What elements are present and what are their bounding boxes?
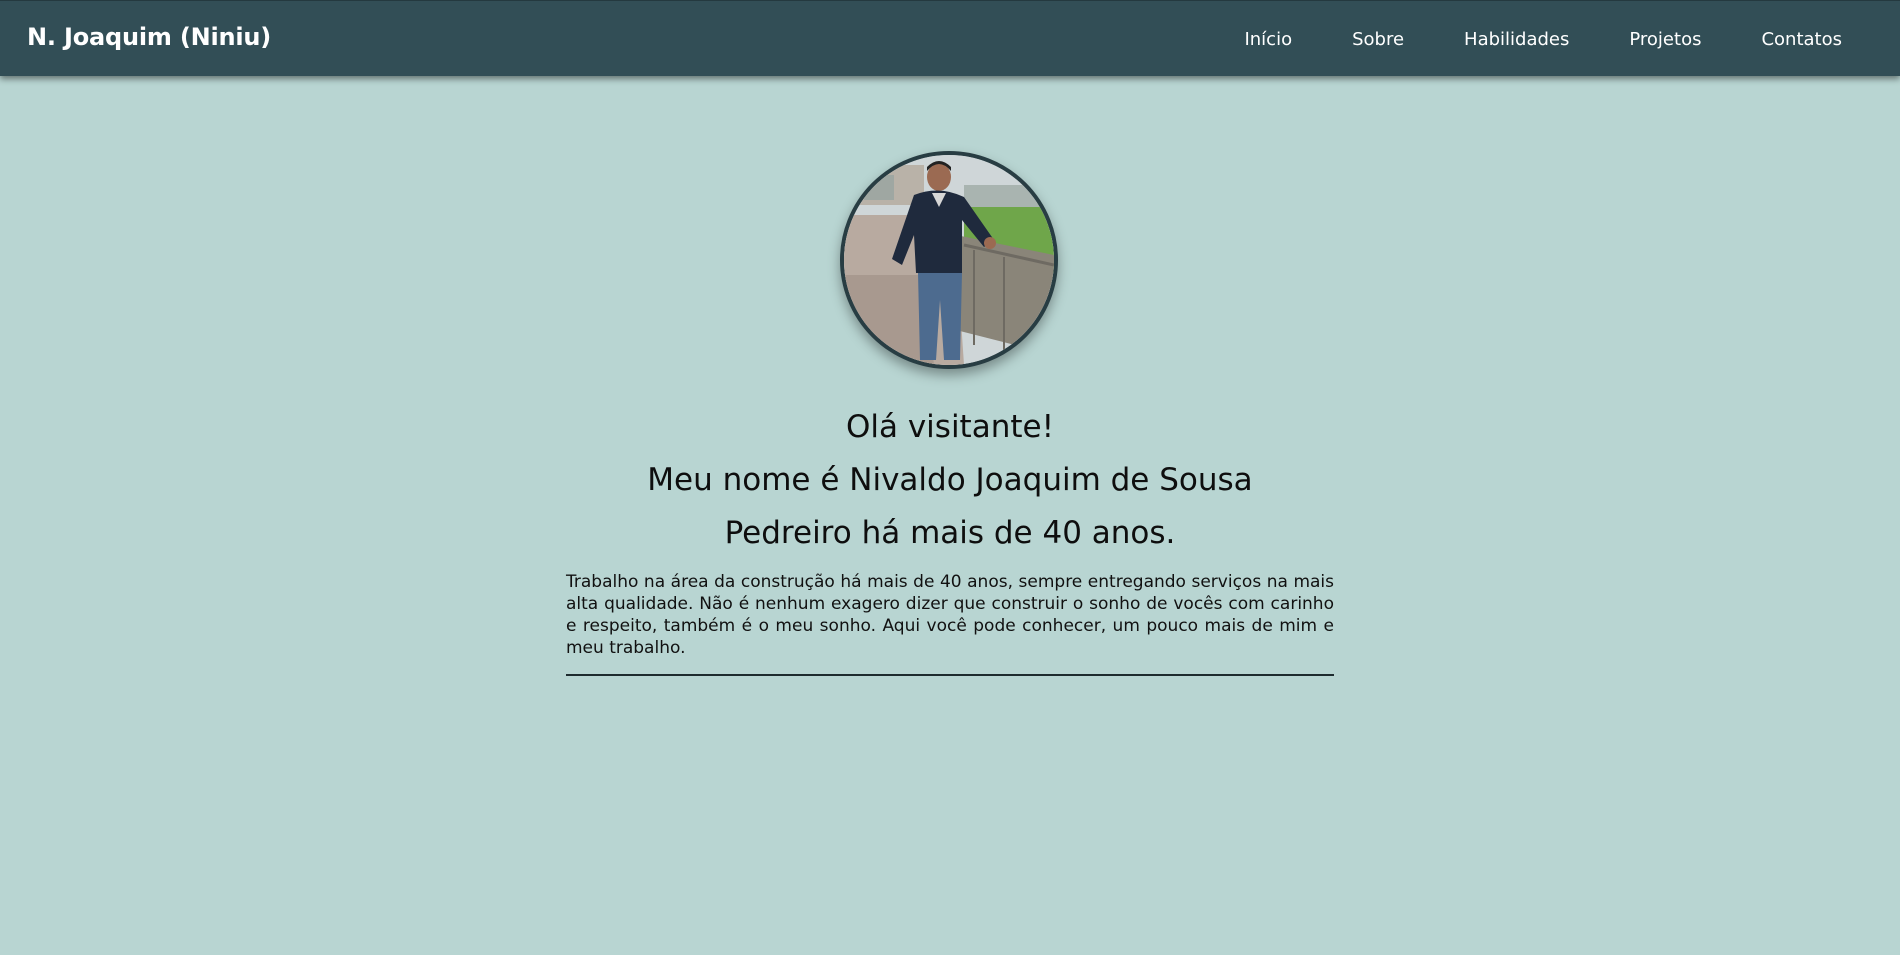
role-heading: Pedreiro há mais de 40 anos. xyxy=(724,515,1176,551)
nav-link-contatos[interactable]: Contatos xyxy=(1761,29,1842,50)
top-navbar: N. Joaquim (Niniu) Início Sobre Habilida… xyxy=(0,0,1900,76)
nav-links: Início Sobre Habilidades Projetos Contat… xyxy=(1184,1,1842,77)
nav-link-habilidades[interactable]: Habilidades xyxy=(1464,29,1569,50)
greeting-heading: Olá visitante! xyxy=(845,409,1055,445)
nav-link-projetos[interactable]: Projetos xyxy=(1629,29,1701,50)
profile-photo xyxy=(840,151,1058,369)
nav-link-sobre[interactable]: Sobre xyxy=(1352,29,1404,50)
about-paragraph: Trabalho na área da construção há mais d… xyxy=(566,572,1334,658)
profile-photo-image xyxy=(844,155,1054,365)
name-heading: Meu nome é Nivaldo Joaquim de Sousa xyxy=(647,462,1253,498)
brand-logo-text[interactable]: N. Joaquim (Niniu) xyxy=(27,23,271,51)
nav-link-inicio[interactable]: Início xyxy=(1244,29,1292,50)
section-divider xyxy=(566,674,1334,676)
